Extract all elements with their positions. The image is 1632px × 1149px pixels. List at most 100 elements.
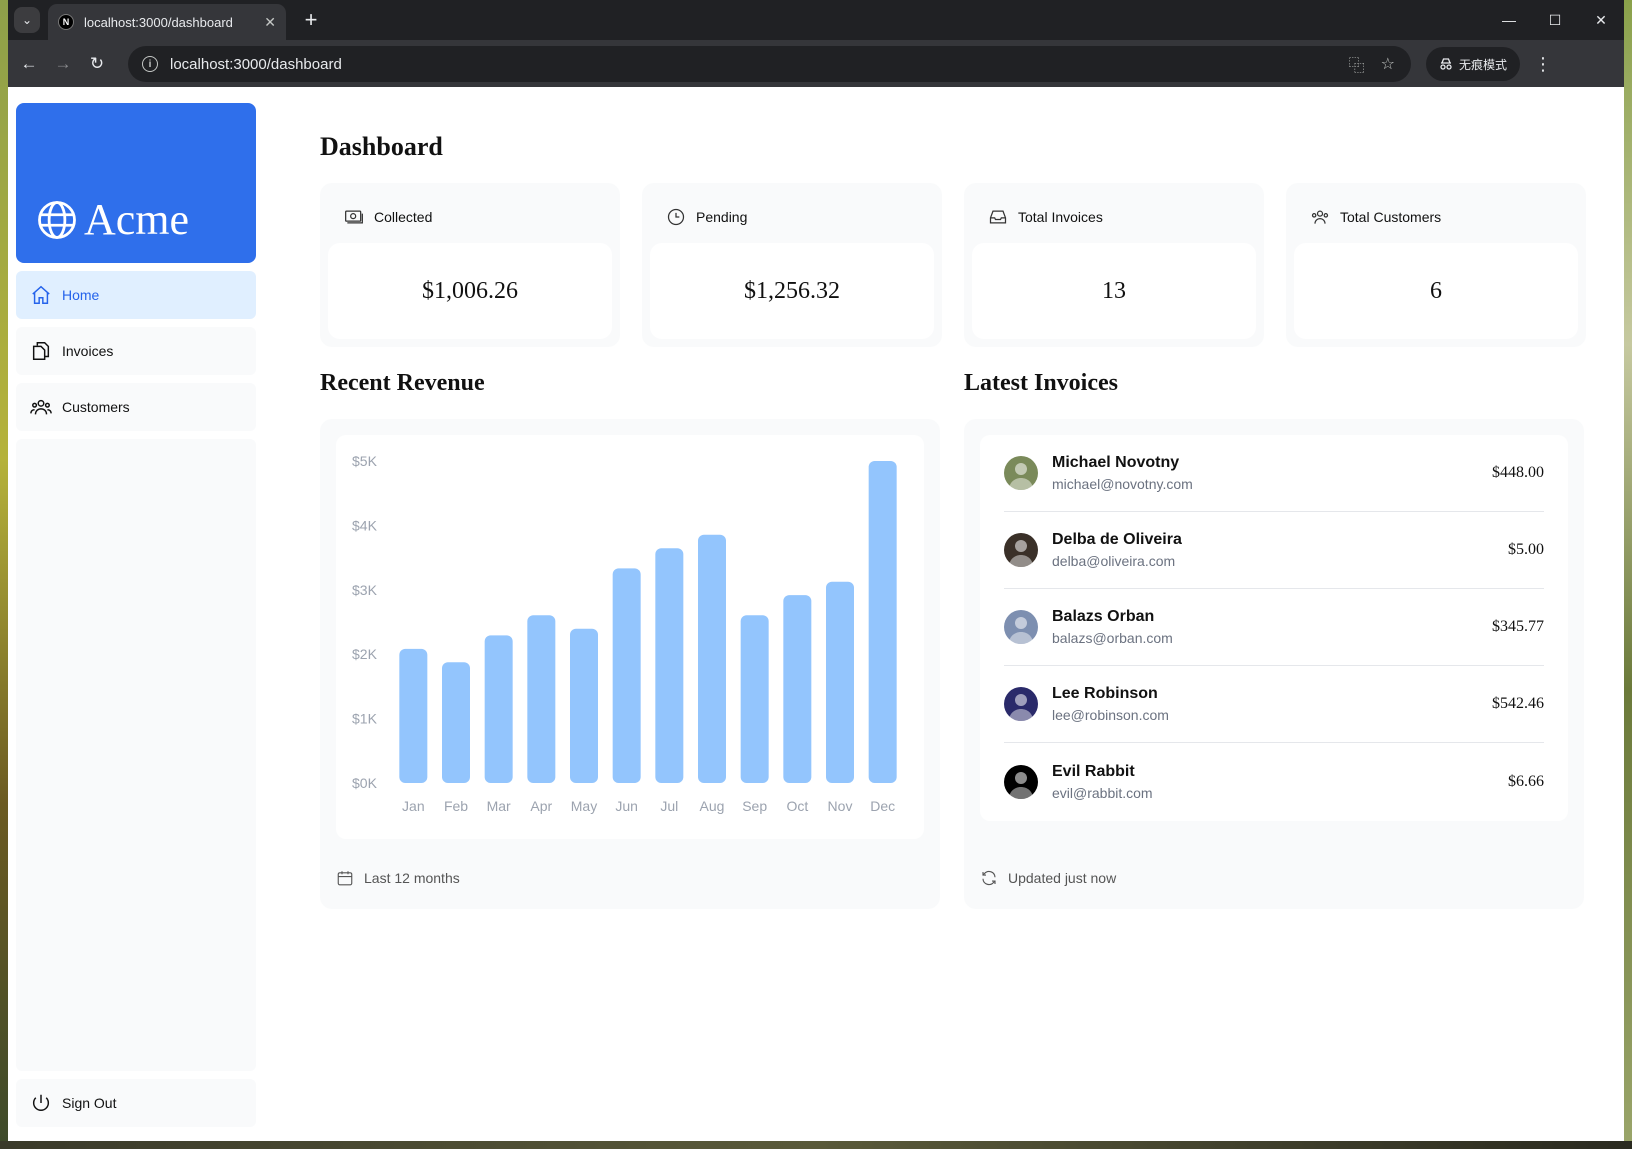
sidebar: Acme Home Invoices Customers Sign Out (16, 103, 256, 1127)
x-tick-label: Dec (870, 798, 895, 814)
document-icon (32, 342, 50, 360)
sidebar-item-label: Customers (62, 399, 130, 415)
revenue-bar-aug (698, 534, 726, 783)
customer-email: lee@robinson.com (1052, 707, 1169, 723)
sign-out-button[interactable]: Sign Out (16, 1079, 256, 1127)
invoices-footer: Updated just now (980, 869, 1116, 887)
x-tick-label: Nov (828, 798, 853, 814)
clock-icon (667, 208, 685, 226)
sidebar-spacer (16, 439, 256, 1071)
card-total-customers: Total Customers 6 (1286, 183, 1586, 347)
new-tab-button[interactable]: + (298, 6, 324, 34)
card-value: $1,256.32 (650, 243, 934, 339)
invoice-customer-info: Delba de Oliveira delba@oliveira.com (1052, 531, 1508, 569)
invoice-row: Lee Robinson lee@robinson.com $542.46 (1004, 666, 1544, 743)
app-page: Acme Home Invoices Customers Sign Out Da… (8, 87, 1624, 1141)
invoice-amount: $6.66 (1508, 772, 1544, 790)
invoices-footer-label: Updated just now (1008, 870, 1117, 886)
revenue-bar-jul (655, 548, 684, 783)
page-title: Dashboard (320, 132, 443, 161)
revenue-bar-feb (442, 662, 470, 783)
customer-name: Balazs Orban (1052, 608, 1155, 625)
sidebar-item-invoices[interactable]: Invoices (16, 327, 256, 375)
invoice-customer-info: Evil Rabbit evil@rabbit.com (1052, 763, 1508, 801)
close-window-icon[interactable]: ✕ (1578, 0, 1624, 40)
nextjs-favicon-icon: N (58, 14, 74, 30)
minimize-icon[interactable]: — (1486, 0, 1532, 40)
x-tick-label: Oct (786, 798, 808, 814)
revenue-footer: Last 12 months (336, 869, 460, 887)
customer-email: evil@rabbit.com (1052, 784, 1153, 801)
invoice-row: Balazs Orban balazs@orban.com $345.77 (1004, 589, 1544, 666)
y-tick-label: $2K (352, 646, 378, 662)
url-text[interactable]: localhost:3000/dashboard (170, 56, 1349, 73)
invoice-amount: $5.00 (1508, 541, 1544, 558)
globe-icon (38, 200, 76, 239)
desktop-background-left (0, 0, 8, 1149)
revenue-bar-jun (612, 568, 641, 783)
latest-invoices-list: Michael Novotny michael@novotny.com $448.0… (980, 435, 1568, 821)
card-label: Collected (374, 209, 433, 225)
maximize-icon[interactable]: ☐ (1532, 0, 1578, 40)
sidebar-item-customers[interactable]: Customers (16, 383, 256, 431)
forward-arrow-icon[interactable]: → (50, 51, 76, 77)
bookmark-star-icon[interactable]: ☆ (1381, 54, 1395, 74)
x-tick-label: Mar (487, 798, 511, 814)
invoice-customer-info: Michael Novotny michael@novotny.com (1052, 454, 1492, 492)
avatar (1004, 687, 1038, 721)
revenue-bar-apr (527, 615, 556, 783)
user-group-icon (1311, 210, 1329, 224)
x-tick-label: Jul (660, 798, 678, 814)
x-tick-label: Aug (700, 798, 725, 814)
browser-tab[interactable]: N localhost:3000/dashboard ✕ (48, 4, 286, 40)
invoice-customer-info: Lee Robinson lee@robinson.com (1052, 685, 1492, 723)
browser-menu-icon[interactable]: ⋮ (1530, 51, 1556, 77)
tab-close-icon[interactable]: ✕ (264, 14, 276, 31)
logo-text: Acme (84, 195, 190, 244)
card-label: Total Invoices (1018, 209, 1103, 225)
site-info-icon[interactable]: i (142, 56, 158, 72)
tab-strip: ⌄ N localhost:3000/dashboard ✕ + — ☐ ✕ (8, 0, 1624, 40)
sign-out-label: Sign Out (62, 1095, 117, 1111)
browser-window: ⌄ N localhost:3000/dashboard ✕ + — ☐ ✕ ←… (8, 0, 1624, 1141)
avatar (1004, 533, 1038, 567)
translate-icon[interactable]: ⿻ (1349, 52, 1365, 76)
customer-name: Lee Robinson (1052, 685, 1158, 702)
power-icon (32, 1094, 50, 1111)
revenue-chart: $0K $1K $2K $3K $4K $5K Jan Feb Mar Apr May Jun Jul A… (352, 453, 897, 814)
invoice-row: Michael Novotny michael@novotny.com $448.0… (1004, 435, 1544, 512)
x-tick-label: May (571, 798, 597, 814)
customer-name: Evil Rabbit (1052, 762, 1135, 780)
revenue-bar-sep (740, 615, 769, 783)
card-value: 6 (1294, 243, 1578, 339)
incognito-badge[interactable]: 无痕模式 (1426, 47, 1520, 81)
x-tick-label: Sep (742, 798, 767, 814)
sidebar-item-home[interactable]: Home (16, 271, 256, 319)
reload-icon[interactable]: ↻ (84, 51, 110, 77)
revenue-bar-mar (484, 635, 513, 783)
customer-email: michael@novotny.com (1052, 476, 1193, 492)
y-tick-label: $4K (352, 517, 378, 533)
y-tick-label: $5K (352, 453, 378, 469)
revenue-footer-label: Last 12 months (364, 870, 460, 886)
invoice-row: Delba de Oliveira delba@oliveira.com $5.00 (1004, 512, 1544, 589)
revenue-bar-may (570, 628, 598, 783)
back-arrow-icon[interactable]: ← (16, 51, 42, 77)
acme-logo-banner[interactable]: Acme (16, 103, 256, 263)
x-tick-label: Feb (444, 798, 468, 814)
revenue-panel: $0K $1K $2K $3K $4K $5K Jan Feb Mar Apr May Jun Jul A… (320, 419, 940, 909)
x-tick-label: Jan (402, 798, 425, 814)
avatar (1004, 456, 1038, 490)
tab-search-button[interactable]: ⌄ (14, 7, 40, 33)
card-collected: Collected $1,006.26 (320, 183, 620, 347)
invoice-row: Evil Rabbit evil@rabbit.com $6.66 (1004, 743, 1544, 820)
customer-name: Delba de Oliveira (1052, 531, 1182, 548)
address-bar[interactable]: i localhost:3000/dashboard ⿻ ☆ (128, 46, 1411, 82)
incognito-icon (1440, 58, 1452, 70)
invoice-amount: $345.77 (1492, 618, 1544, 635)
invoice-amount: $448.00 (1492, 464, 1544, 481)
x-tick-label: Jun (615, 798, 638, 814)
customer-email: delba@oliveira.com (1052, 553, 1176, 569)
taskbar-strip (0, 1141, 1632, 1149)
browser-toolbar: ← → ↻ i localhost:3000/dashboard ⿻ ☆ 无痕模… (8, 40, 1624, 87)
